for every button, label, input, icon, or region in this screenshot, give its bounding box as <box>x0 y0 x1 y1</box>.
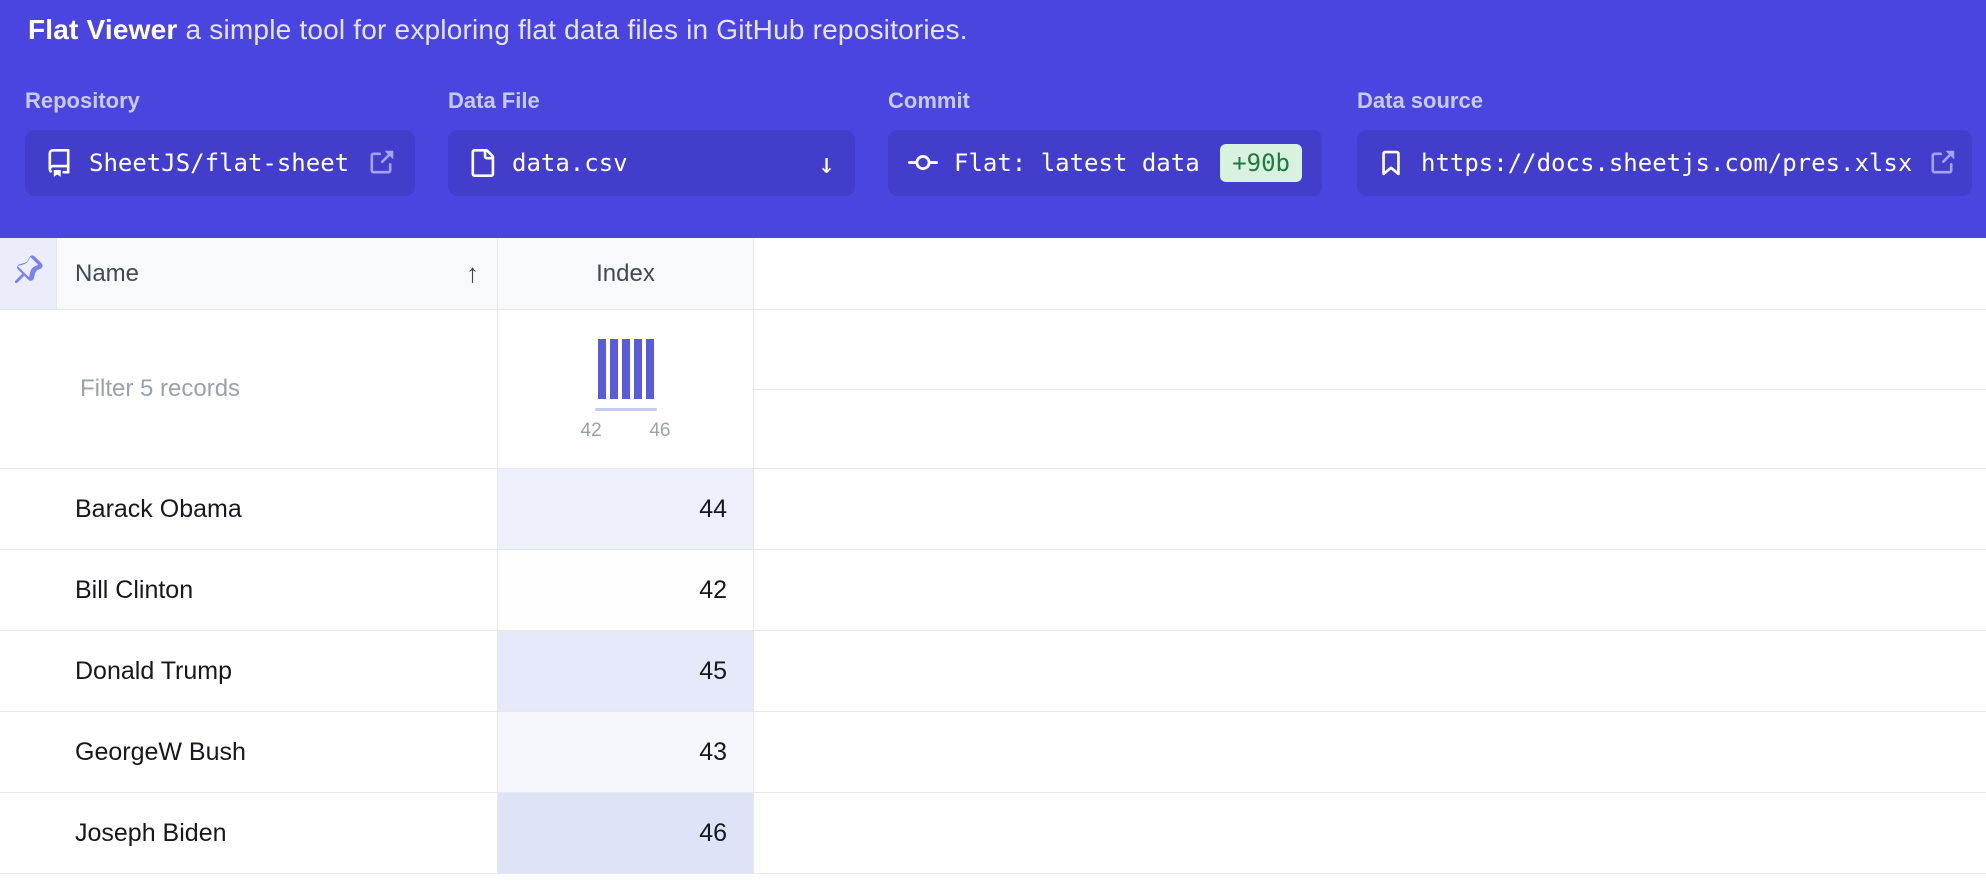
data-file-value: data.csv <box>512 149 628 177</box>
table-body: Barack Obama 44 Bill Clinton 42 Donald T… <box>0 469 1986 874</box>
header-empty-area <box>754 238 1986 309</box>
app-subtitle: a simple tool for exploring flat data fi… <box>186 14 968 45</box>
table-row: Bill Clinton 42 <box>0 550 1986 631</box>
data-grid: Name ↑ Index 42 46 Barack Obama <box>0 238 1986 874</box>
repo-icon <box>45 149 73 177</box>
git-commit-icon <box>908 148 938 178</box>
row-name-cell: Donald Trump <box>57 631 498 711</box>
grid-line <box>754 310 1986 390</box>
row-index-cell: 46 <box>498 793 754 873</box>
data-file-label: Data File <box>448 88 855 114</box>
repository-button[interactable]: SheetJS/flat-sheet <box>25 130 415 196</box>
row-index-cell: 45 <box>498 631 754 711</box>
pin-icon <box>13 255 43 292</box>
filter-input[interactable] <box>80 375 476 403</box>
repository-value: SheetJS/flat-sheet <box>89 149 349 177</box>
row-name-cell: GeorgeW Bush <box>57 712 498 792</box>
external-link-icon[interactable] <box>1928 149 1956 177</box>
histogram-max-label: 46 <box>649 420 670 442</box>
data-source-label: Data source <box>1357 88 1972 114</box>
bookmark-icon <box>1377 149 1405 177</box>
data-source-control: Data source https://docs.sheetjs.com/pre… <box>1357 88 1972 196</box>
table-row: Joseph Biden 46 <box>0 793 1986 874</box>
commit-button[interactable]: Flat: latest data +90b <box>888 130 1322 196</box>
commit-control: Commit Flat: latest data +90b <box>888 88 1322 196</box>
index-histogram[interactable]: 42 46 <box>498 310 754 468</box>
table-row: Donald Trump 45 <box>0 631 1986 712</box>
app-header: Flat Viewer a simple tool for exploring f… <box>0 0 1986 238</box>
filter-empty-area <box>754 310 1986 468</box>
external-link-icon[interactable] <box>367 149 395 177</box>
column-index-label: Index <box>596 260 655 288</box>
table-row: Barack Obama 44 <box>0 469 1986 550</box>
commit-message: Flat: latest data <box>954 149 1200 177</box>
column-name-label: Name <box>75 260 139 288</box>
column-header-index[interactable]: Index <box>498 238 754 309</box>
commit-label: Commit <box>888 88 1322 114</box>
app-title: Flat Viewer <box>28 14 178 45</box>
repository-control: Repository SheetJS/flat-sheet <box>25 88 415 196</box>
column-header-name[interactable]: Name ↑ <box>57 238 498 309</box>
table-row: GeorgeW Bush 43 <box>0 712 1986 793</box>
row-name-cell: Bill Clinton <box>57 550 498 630</box>
row-index-cell: 42 <box>498 550 754 630</box>
row-name-cell: Barack Obama <box>57 469 498 549</box>
data-file-button[interactable]: data.csv ↓ <box>448 130 855 196</box>
sort-ascending-icon: ↑ <box>466 258 479 289</box>
row-name-cell: Joseph Biden <box>57 793 498 873</box>
row-index-cell: 44 <box>498 469 754 549</box>
pin-column-spacer <box>0 310 57 468</box>
filter-row: 42 46 <box>0 310 1986 469</box>
histogram-range-underline <box>595 408 657 411</box>
commit-diff-badge: +90b <box>1220 144 1302 182</box>
arrow-down-icon: ↓ <box>818 147 835 180</box>
histogram-bars <box>598 339 654 399</box>
data-source-url: https://docs.sheetjs.com/pres.xlsx <box>1421 149 1912 177</box>
table-header-row: Name ↑ Index <box>0 238 1986 310</box>
repository-label: Repository <box>25 88 415 114</box>
histogram-min-label: 42 <box>581 420 602 442</box>
data-source-button[interactable]: https://docs.sheetjs.com/pres.xlsx <box>1357 130 1972 196</box>
data-file-control: Data File data.csv ↓ <box>448 88 855 196</box>
row-index-cell: 43 <box>498 712 754 792</box>
page-title: Flat Viewer a simple tool for exploring f… <box>28 14 968 46</box>
pin-column-toggle[interactable] <box>0 238 57 309</box>
file-icon <box>468 149 496 177</box>
name-filter-cell <box>57 310 498 468</box>
